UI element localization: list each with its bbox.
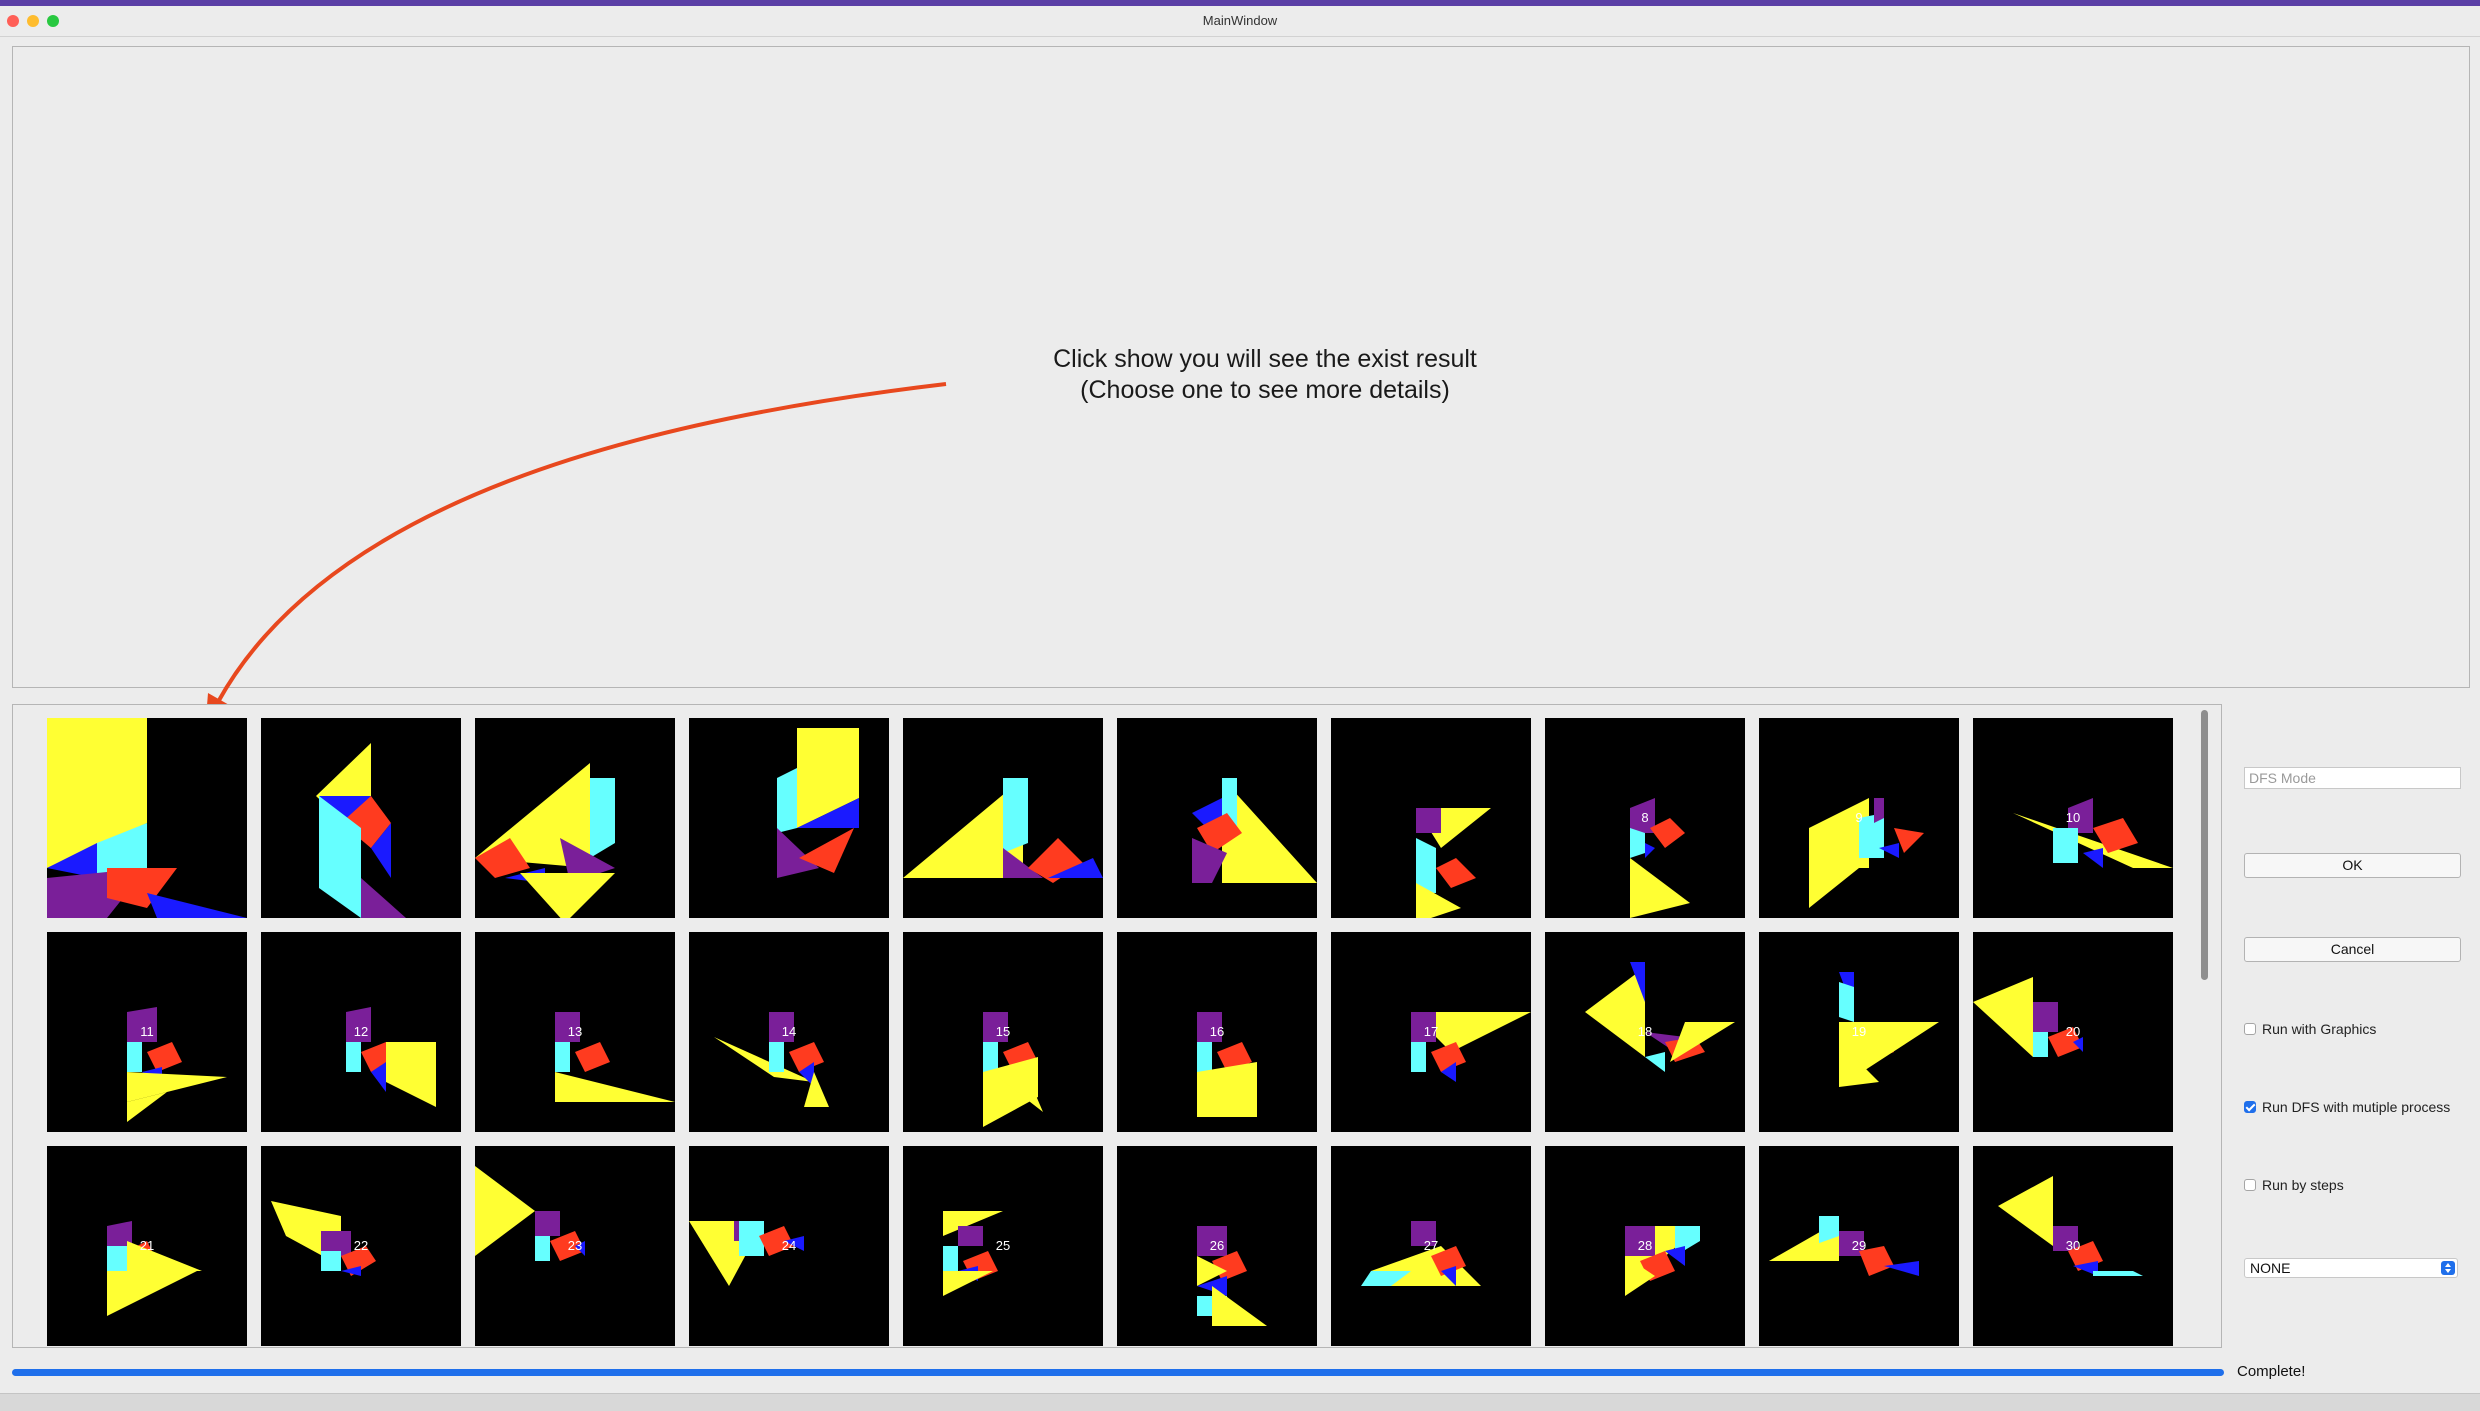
ok-button[interactable]: OK: [2244, 853, 2461, 878]
run-with-graphics-box[interactable]: [2244, 1023, 2256, 1036]
annotation-line-2: (Choose one to see more details): [1080, 376, 1450, 404]
result-thumbnail[interactable]: [261, 718, 461, 918]
title-bar[interactable]: MainWindow: [0, 6, 2480, 37]
run-dfs-multiprocess-checkbox[interactable]: Run DFS with mutiple process: [2244, 1099, 2450, 1119]
result-number: 23: [567, 1238, 583, 1253]
result-number: 21: [139, 1238, 155, 1253]
progress-fill: [12, 1369, 2224, 1376]
result-thumbnail[interactable]: 16: [1117, 932, 1317, 1132]
result-thumbnail[interactable]: [903, 718, 1103, 918]
result-number: 29: [1851, 1238, 1867, 1253]
result-number: 22: [353, 1238, 369, 1253]
window-title: MainWindow: [1202, 13, 1278, 28]
annotation-text: Click show you will see the exist result…: [1000, 344, 1530, 406]
run-dfs-multiprocess-box[interactable]: [2244, 1101, 2256, 1114]
annotation-line-1: Click show you will see the exist result: [1053, 345, 1477, 373]
result-number: 28: [1637, 1238, 1653, 1253]
result-number: 27: [1423, 1238, 1439, 1253]
result-thumbnail[interactable]: 10: [1973, 718, 2173, 918]
result-thumbnail[interactable]: 19: [1759, 932, 1959, 1132]
result-number: 24: [781, 1238, 797, 1253]
result-number: 25: [995, 1238, 1011, 1253]
result-thumbnail[interactable]: [47, 718, 247, 918]
results-scrollbar-track[interactable]: [2209, 709, 2221, 1345]
result-thumbnail[interactable]: 9: [1759, 718, 1959, 918]
dfs-mode-input[interactable]: [2244, 767, 2461, 789]
result-thumbnail[interactable]: 15: [903, 932, 1103, 1132]
result-thumbnail[interactable]: 20: [1973, 932, 2173, 1132]
result-thumbnail[interactable]: 14: [689, 932, 889, 1132]
result-thumbnail[interactable]: 24: [689, 1146, 889, 1346]
result-thumbnail[interactable]: 29: [1759, 1146, 1959, 1346]
result-thumbnail[interactable]: [475, 718, 675, 918]
result-thumbnail[interactable]: 27: [1331, 1146, 1531, 1346]
mode-select-value: NONE: [2250, 1260, 2291, 1276]
result-thumbnail[interactable]: 21: [47, 1146, 247, 1346]
run-by-steps-checkbox[interactable]: Run by steps: [2244, 1177, 2344, 1197]
result-thumbnail[interactable]: 26: [1117, 1146, 1317, 1346]
mode-select[interactable]: NONE: [2244, 1258, 2458, 1278]
result-thumbnail[interactable]: 25: [903, 1146, 1103, 1346]
run-by-steps-label: Run by steps: [2262, 1177, 2344, 1193]
result-thumbnail[interactable]: 22: [261, 1146, 461, 1346]
status-text: Complete!: [2237, 1363, 2306, 1380]
result-thumbnail[interactable]: 18: [1545, 932, 1745, 1132]
results-scrollbar-thumb[interactable]: [2201, 710, 2208, 980]
result-thumbnail[interactable]: 12: [261, 932, 461, 1132]
progress-bar: [12, 1369, 2224, 1376]
result-thumbnail[interactable]: 11: [47, 932, 247, 1132]
result-thumbnail[interactable]: [689, 718, 889, 918]
result-thumbnail[interactable]: 28: [1545, 1146, 1745, 1346]
result-number: 26: [1209, 1238, 1225, 1253]
run-by-steps-box[interactable]: [2244, 1179, 2256, 1192]
window-bottom-edge: [0, 1393, 2480, 1411]
run-with-graphics-checkbox[interactable]: Run with Graphics: [2244, 1021, 2376, 1041]
result-thumbnail[interactable]: 13: [475, 932, 675, 1132]
result-thumbnail[interactable]: 17: [1331, 932, 1531, 1132]
results-grid[interactable]: 8 9 10 11 12 13 14 15 16 17 18 19 20 21 22 23 24 25 26 27 28…: [12, 704, 2222, 1348]
run-dfs-multiprocess-label: Run DFS with mutiple process: [2262, 1099, 2451, 1115]
result-thumbnail[interactable]: 8: [1545, 718, 1745, 918]
result-thumbnail[interactable]: [1117, 718, 1317, 918]
result-thumbnail[interactable]: [1331, 718, 1531, 918]
run-with-graphics-label: Run with Graphics: [2262, 1021, 2377, 1037]
result-thumbnail[interactable]: 30: [1973, 1146, 2173, 1346]
result-thumbnail[interactable]: 23: [475, 1146, 675, 1346]
select-stepper-icon[interactable]: [2441, 1261, 2455, 1275]
cancel-button[interactable]: Cancel: [2244, 937, 2461, 962]
result-number: 30: [2065, 1238, 2081, 1253]
